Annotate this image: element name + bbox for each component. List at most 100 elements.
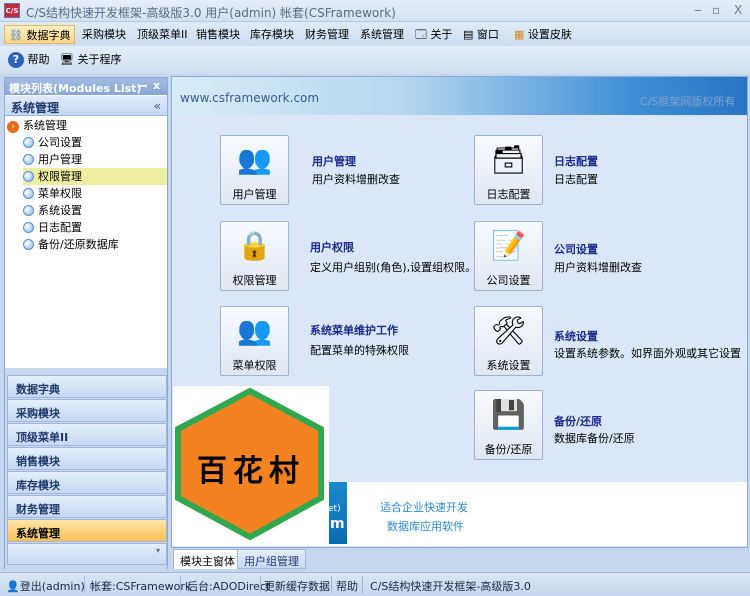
tile-desc: 定义用户组别(角色),设置组权限。 bbox=[310, 261, 477, 274]
tile-label: 菜单权限 bbox=[232, 359, 277, 372]
group-title: 系统管理 bbox=[11, 101, 60, 115]
about-label: 关于程序 bbox=[77, 53, 122, 66]
tree-label: 权限管理 bbox=[38, 170, 82, 183]
pin-icon[interactable]: ꟷ bbox=[138, 79, 147, 94]
menu-skin[interactable]: ▦ 设置皮肤 bbox=[510, 25, 576, 44]
menu-sales[interactable]: 销售模块 bbox=[192, 25, 244, 44]
tile-user-management[interactable]: 👥 用户管理 bbox=[220, 135, 289, 205]
tree-item[interactable]: 日志配置 bbox=[23, 219, 167, 236]
tile-title[interactable]: 备份/还原 bbox=[554, 413, 602, 429]
tree-root[interactable]: › 系统管理 bbox=[7, 117, 67, 134]
promo-line2: 数据库应用软件 bbox=[387, 520, 464, 533]
nav-sales[interactable]: 销售模块 bbox=[7, 447, 167, 470]
menu-window[interactable]: ▤ 窗口 bbox=[459, 25, 503, 44]
menu-data-dictionary[interactable]: ⛓ 数据字典 bbox=[4, 25, 76, 44]
nav-inventory[interactable]: 库存模块 bbox=[7, 471, 167, 494]
tile-label: 备份/还原 bbox=[484, 443, 533, 456]
panel-close-icon[interactable]: x bbox=[153, 79, 160, 92]
nav-overflow[interactable]: ▾ bbox=[7, 543, 167, 565]
user-icon: 👤 bbox=[6, 580, 20, 593]
nav-area: 数据字典 采购模块 顶级菜单II 销售模块 库存模块 财务管理 系统管理 ▾ bbox=[5, 373, 167, 569]
divider bbox=[180, 576, 181, 593]
tree-item[interactable]: 备份/还原数据库 bbox=[23, 236, 167, 253]
tile-title[interactable]: 用户权限 bbox=[310, 239, 354, 255]
tree-item[interactable]: 系统设置 bbox=[23, 202, 167, 219]
menu-label: 窗口 bbox=[476, 28, 499, 41]
menu-label: 关于 bbox=[430, 28, 453, 41]
expand-icon[interactable]: › bbox=[7, 121, 19, 133]
divider bbox=[84, 576, 85, 593]
tile-desc: 用户资料增删改查 bbox=[554, 261, 642, 274]
banner-url[interactable]: www.csframework.com bbox=[180, 91, 319, 105]
logo-overlay: 百花村 bbox=[173, 386, 329, 545]
tile-desc: 用户资料增删改查 bbox=[312, 173, 400, 186]
menu-inventory[interactable]: 库存模块 bbox=[246, 25, 298, 44]
node-icon bbox=[23, 222, 34, 233]
menu-finance[interactable]: 财务管理 bbox=[301, 25, 353, 44]
nav-finance[interactable]: 财务管理 bbox=[7, 495, 167, 518]
close-button[interactable]: X bbox=[734, 3, 742, 17]
tree-item-selected[interactable]: 权限管理 bbox=[23, 168, 167, 185]
menu-system[interactable]: 系统管理 bbox=[356, 25, 408, 44]
nav-purchase[interactable]: 采购模块 bbox=[7, 399, 167, 422]
tile-backup-restore[interactable]: 💾 备份/还原 bbox=[474, 390, 543, 460]
refresh-cache-button[interactable]: 更新缓存数据 bbox=[264, 578, 330, 594]
toolbar: ? 帮助 🖥 关于程序 bbox=[0, 46, 750, 74]
tree-label: 菜单权限 bbox=[38, 187, 82, 200]
tree-icon: ⛓ bbox=[9, 29, 23, 42]
tile-permission-management[interactable]: 🔒 权限管理 bbox=[220, 221, 289, 291]
tab-user-group[interactable]: 用户组管理 bbox=[237, 549, 306, 569]
tile-menu-permission[interactable]: 👥 菜单权限 bbox=[220, 306, 289, 376]
status-text: 登出(admin) bbox=[19, 580, 85, 593]
lock-icon: 🔒 bbox=[237, 229, 272, 262]
tree-item[interactable]: 公司设置 bbox=[23, 134, 167, 151]
nav-system[interactable]: 系统管理 bbox=[7, 519, 167, 542]
status-bar: 👤登出(admin) 帐套:CSFramework 后台:ADODirect 更… bbox=[0, 572, 750, 596]
tile-title[interactable]: 公司设置 bbox=[554, 241, 598, 257]
about-program-button[interactable]: 🖥 关于程序 bbox=[56, 50, 125, 69]
tile-log-config[interactable]: 🗃 日志配置 bbox=[474, 135, 543, 205]
tile-system-settings[interactable]: 🛠 系统设置 bbox=[474, 306, 543, 376]
backup-icon: 💾 bbox=[491, 398, 526, 431]
collapse-icon[interactable]: « bbox=[154, 99, 161, 113]
notepad-icon: 📝 bbox=[491, 229, 526, 262]
status-help-button[interactable]: 帮助 bbox=[336, 578, 358, 594]
tab-module-main[interactable]: 模块主窗体 bbox=[173, 549, 242, 569]
tile-company-settings[interactable]: 📝 公司设置 bbox=[474, 221, 543, 291]
window-icon: ▤ bbox=[463, 28, 474, 41]
tile-title[interactable]: 用户管理 bbox=[312, 153, 356, 169]
about-program-icon: 🖥 bbox=[60, 53, 74, 66]
node-icon bbox=[23, 171, 34, 182]
banner-copyright: C/S框架网版权所有 bbox=[640, 95, 736, 108]
help-button[interactable]: ? 帮助 bbox=[4, 50, 54, 69]
tree-item[interactable]: 用户管理 bbox=[23, 151, 167, 168]
banner: www.csframework.com C/S框架网版权所有 bbox=[172, 77, 747, 115]
tree-label: 公司设置 bbox=[38, 136, 82, 149]
tile-label: 权限管理 bbox=[232, 274, 277, 287]
nav-top-level-2[interactable]: 顶级菜单II bbox=[7, 423, 167, 446]
about-icon: 🗔 bbox=[415, 28, 427, 41]
group-header[interactable]: 系统管理 « bbox=[5, 96, 167, 116]
maximize-button[interactable]: ▫ bbox=[712, 3, 720, 17]
menu-purchase[interactable]: 采购模块 bbox=[78, 25, 130, 44]
node-icon bbox=[23, 205, 34, 216]
tree-label: 系统设置 bbox=[38, 204, 82, 217]
tile-title[interactable]: 系统菜单维护工作 bbox=[310, 322, 398, 338]
minimize-button[interactable]: ‒ bbox=[694, 3, 702, 17]
tile-title[interactable]: 日志配置 bbox=[554, 153, 598, 169]
divider bbox=[331, 576, 332, 593]
status-backend: 后台:ADODirect bbox=[187, 580, 271, 593]
tree-item[interactable]: 菜单权限 bbox=[23, 185, 167, 202]
tile-title[interactable]: 系统设置 bbox=[554, 328, 598, 344]
logout-item[interactable]: 👤登出(admin) bbox=[6, 578, 85, 594]
menu-top-level-2[interactable]: 顶级菜单II bbox=[133, 25, 192, 44]
tile-desc: 数据库备份/还原 bbox=[554, 432, 635, 445]
menu-about[interactable]: 🗔 关于 bbox=[411, 25, 456, 44]
tree-label: 系统管理 bbox=[23, 119, 67, 132]
chevron-down-icon[interactable]: ▾ bbox=[156, 546, 160, 555]
status-product: C/S结构快速开发框架-高级版3.0 bbox=[370, 580, 531, 593]
nav-data-dictionary[interactable]: 数据字典 bbox=[7, 375, 167, 398]
promo-line1: 适合企业快速开发 bbox=[380, 501, 468, 514]
app-icon: C/S bbox=[4, 3, 20, 18]
title-bar: C/S C/S结构快速开发框架-高级版3.0 用户(admin) 帐套(CSFr… bbox=[0, 0, 750, 22]
